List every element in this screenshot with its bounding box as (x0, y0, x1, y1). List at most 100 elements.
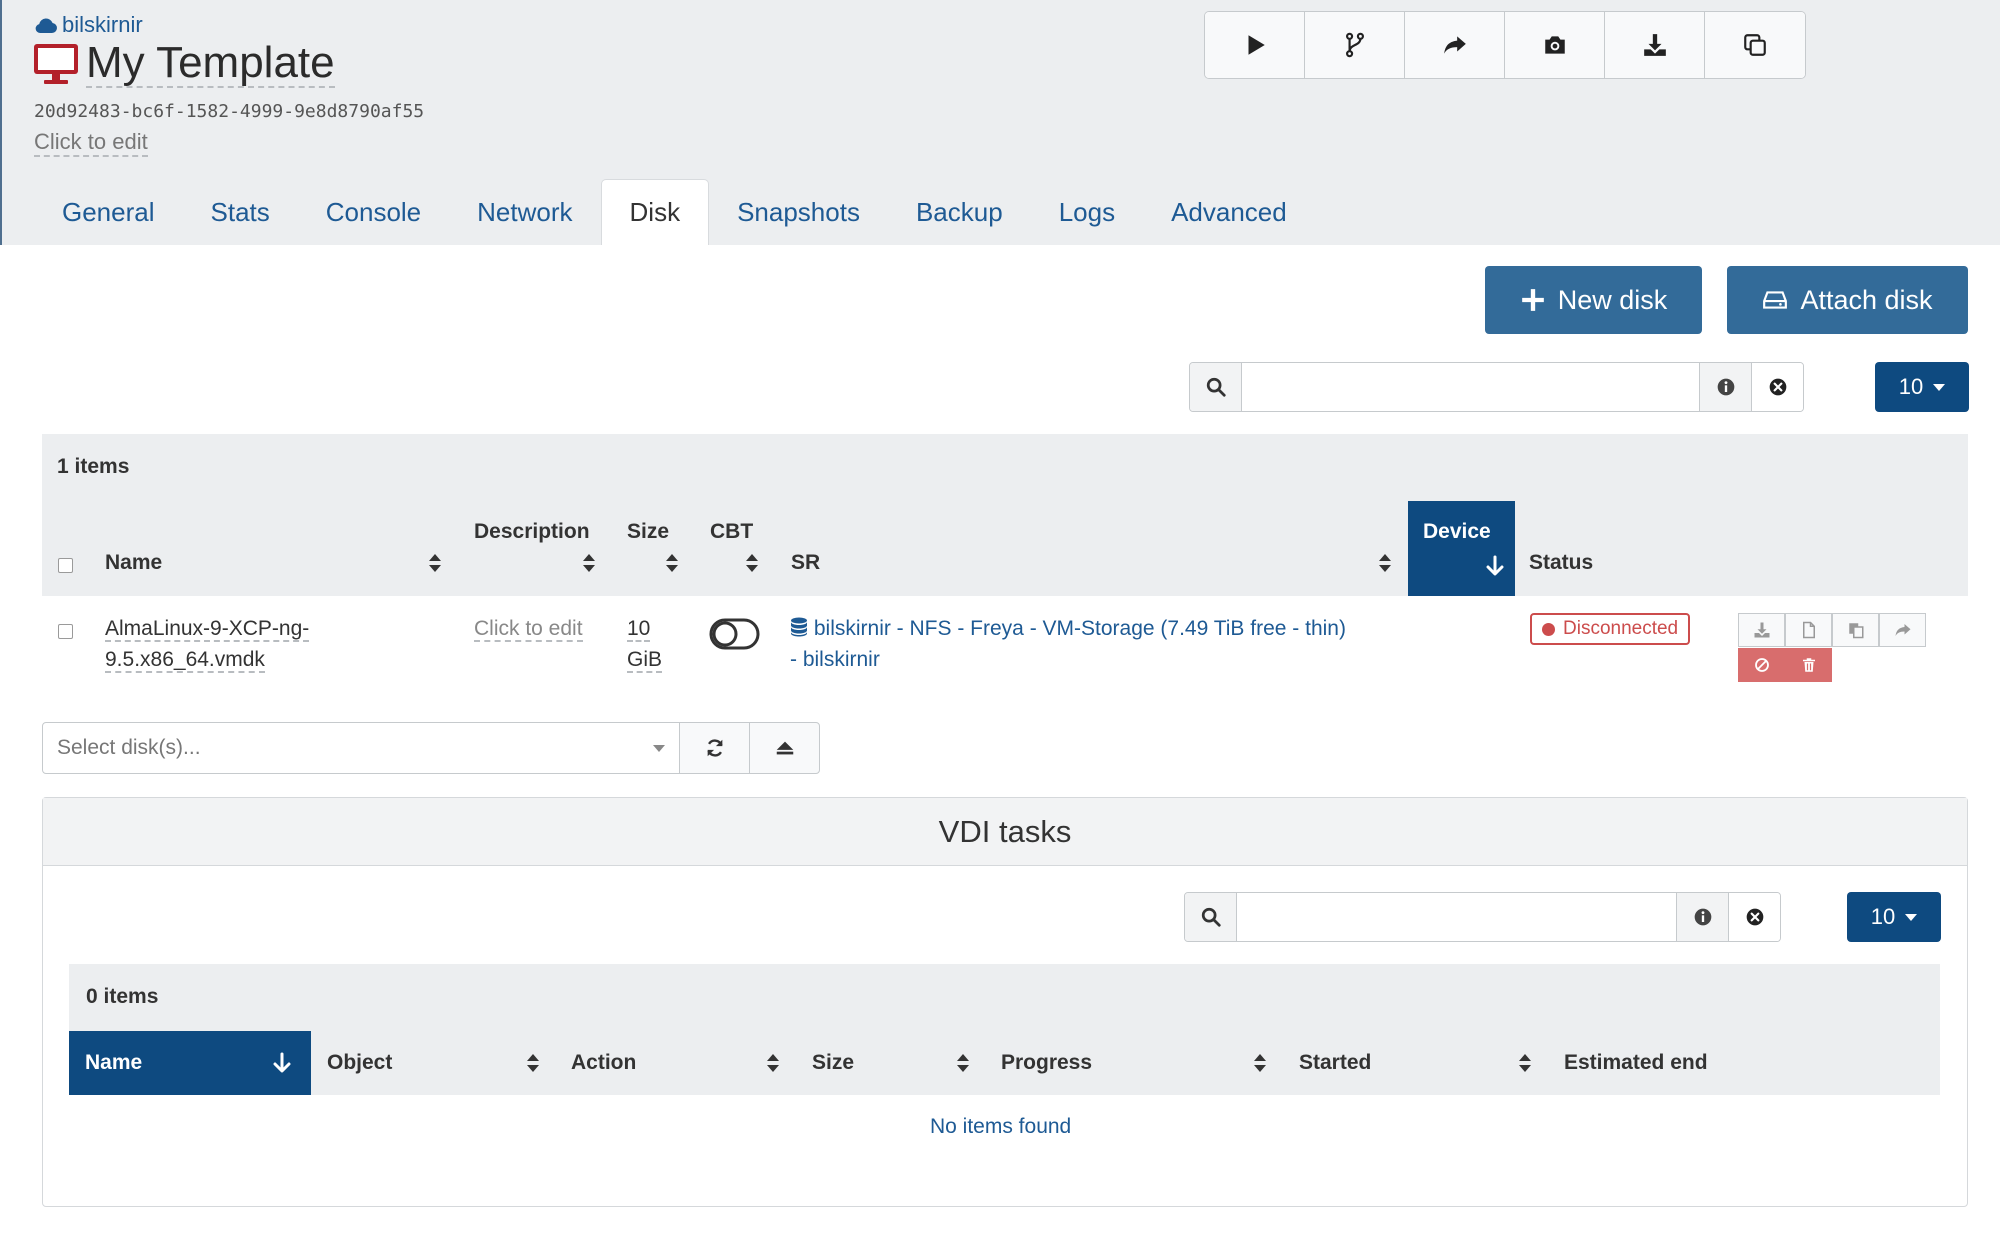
description-edit[interactable]: Click to edit (34, 129, 148, 157)
tab-disk[interactable]: Disk (600, 179, 710, 245)
tasks-col-name[interactable]: Name (69, 1031, 311, 1095)
tab-network[interactable]: Network (449, 179, 600, 245)
col-device-label: Device (1423, 520, 1491, 543)
migrate-button[interactable] (1405, 12, 1505, 78)
sort-icon[interactable] (666, 554, 678, 572)
detach-disk-button[interactable] (1738, 648, 1785, 682)
disk-page-size-dropdown[interactable]: 10 (1875, 362, 1969, 412)
cbt-toggle[interactable] (709, 618, 760, 650)
plus-icon (1521, 289, 1544, 311)
col-description[interactable]: Description (474, 520, 590, 544)
sort-icon[interactable] (767, 1054, 779, 1072)
tasks-col-started[interactable]: Started (1299, 1051, 1371, 1075)
tab-snapshots[interactable]: Snapshots (709, 179, 888, 245)
import-file-button[interactable] (1785, 613, 1832, 647)
copy-button[interactable] (1705, 12, 1805, 78)
disk-name-line1: AlmaLinux-9-XCP-ng- (105, 617, 310, 642)
tab-general[interactable]: General (34, 179, 183, 245)
attach-disk-label: Attach disk (1800, 284, 1933, 315)
title-row: My Template (32, 39, 335, 89)
tasks-col-size[interactable]: Size (812, 1051, 854, 1075)
sort-icon[interactable] (1519, 1054, 1531, 1072)
search-clear-button[interactable] (1751, 363, 1803, 411)
tasks-page-size-dropdown[interactable]: 10 (1847, 892, 1941, 942)
caret-down-icon (1933, 383, 1946, 391)
arrow-down-icon (273, 1052, 291, 1073)
sort-icon[interactable] (957, 1054, 969, 1072)
export-button[interactable] (1605, 12, 1705, 78)
sort-icon[interactable] (583, 554, 595, 572)
download-icon (1643, 34, 1666, 56)
migrate-vdi-button[interactable] (1879, 613, 1926, 647)
tasks-col-object[interactable]: Object (327, 1051, 392, 1075)
vm-tabs: General Stats Console Network Disk Snaps… (34, 179, 1315, 245)
status-text: Disconnected (1563, 618, 1679, 639)
vm-title[interactable]: My Template (86, 39, 335, 89)
disk-description[interactable]: Click to edit (474, 613, 583, 644)
caret-down-icon (653, 745, 665, 752)
new-disk-label: New disk (1557, 284, 1668, 315)
col-cbt[interactable]: CBT (710, 520, 753, 544)
tab-backup[interactable]: Backup (888, 179, 1031, 245)
search-icon (1206, 377, 1226, 397)
arrow-down-icon (1486, 555, 1504, 576)
tasks-col-action[interactable]: Action (571, 1051, 636, 1075)
search-info-button[interactable] (1699, 363, 1751, 411)
info-icon (1694, 908, 1711, 926)
disk-size[interactable]: 10 GiB (627, 613, 663, 675)
eject-button[interactable] (749, 722, 820, 774)
col-size[interactable]: Size (627, 520, 669, 544)
start-button[interactable] (1205, 12, 1305, 78)
disk-search-input[interactable] (1242, 363, 1699, 411)
tasks-search-input[interactable] (1237, 893, 1676, 941)
disk-name[interactable]: AlmaLinux-9-XCP-ng- 9.5.x86_64.vmdk (105, 613, 310, 675)
disk-description-text: Click to edit (474, 617, 583, 642)
delete-disk-button[interactable] (1785, 648, 1832, 682)
export-vdi-button[interactable] (1738, 613, 1785, 647)
refresh-button[interactable] (679, 722, 750, 774)
vdi-tasks-title: VDI tasks (43, 798, 1967, 866)
tasks-search-clear-button[interactable] (1728, 893, 1780, 941)
row-checkbox[interactable] (58, 624, 73, 639)
disk-sr-link[interactable]: bilskirnir - NFS - Freya - VM-Storage (7… (790, 613, 1346, 675)
new-disk-button[interactable]: New disk (1485, 266, 1702, 334)
pool-link[interactable]: bilskirnir (34, 12, 143, 38)
tab-logs[interactable]: Logs (1031, 179, 1143, 245)
col-name[interactable]: Name (105, 551, 162, 575)
tab-console[interactable]: Console (298, 179, 449, 245)
sort-icon[interactable] (527, 1054, 539, 1072)
tasks-search-group (1184, 892, 1781, 942)
sort-icon[interactable] (1379, 554, 1391, 572)
attach-disk-button[interactable]: Attach disk (1727, 266, 1968, 334)
tab-advanced[interactable]: Advanced (1143, 179, 1315, 245)
tasks-search-info-button[interactable] (1676, 893, 1728, 941)
sr-name-line2: - bilskirnir (790, 648, 880, 671)
disk-size-unit: GiB (627, 648, 663, 673)
col-device[interactable]: Device (1408, 501, 1515, 596)
status-badge: Disconnected (1530, 613, 1691, 645)
fast-clone-button[interactable] (1305, 12, 1405, 78)
tab-stats[interactable]: Stats (183, 179, 298, 245)
camera-icon (1544, 36, 1565, 54)
select-disk-dropdown[interactable]: Select disk(s)... (42, 722, 680, 774)
copy-icon (1744, 34, 1766, 56)
sort-icon[interactable] (1254, 1054, 1266, 1072)
snapshot-button[interactable] (1505, 12, 1605, 78)
copy-vdi-button[interactable] (1832, 613, 1879, 647)
col-sr[interactable]: SR (791, 551, 820, 575)
tasks-col-estimated-end: Estimated end (1564, 1051, 1708, 1074)
clipboard-icon (1848, 623, 1863, 639)
hdd-icon (1763, 291, 1788, 309)
share-icon (1443, 36, 1466, 54)
tasks-page-size-value: 10 (1870, 904, 1896, 929)
select-all-checkbox[interactable] (58, 558, 73, 573)
tasks-col-progress[interactable]: Progress (1001, 1051, 1092, 1075)
eject-icon (776, 741, 793, 755)
sort-icon[interactable] (746, 554, 758, 572)
select-disk-placeholder: Select disk(s)... (57, 736, 201, 759)
sort-icon[interactable] (429, 554, 441, 572)
disk-size-value: 10 (627, 617, 651, 642)
share-icon (1895, 624, 1910, 636)
col-status: Status (1529, 551, 1594, 574)
tasks-table-header (69, 964, 1940, 1095)
